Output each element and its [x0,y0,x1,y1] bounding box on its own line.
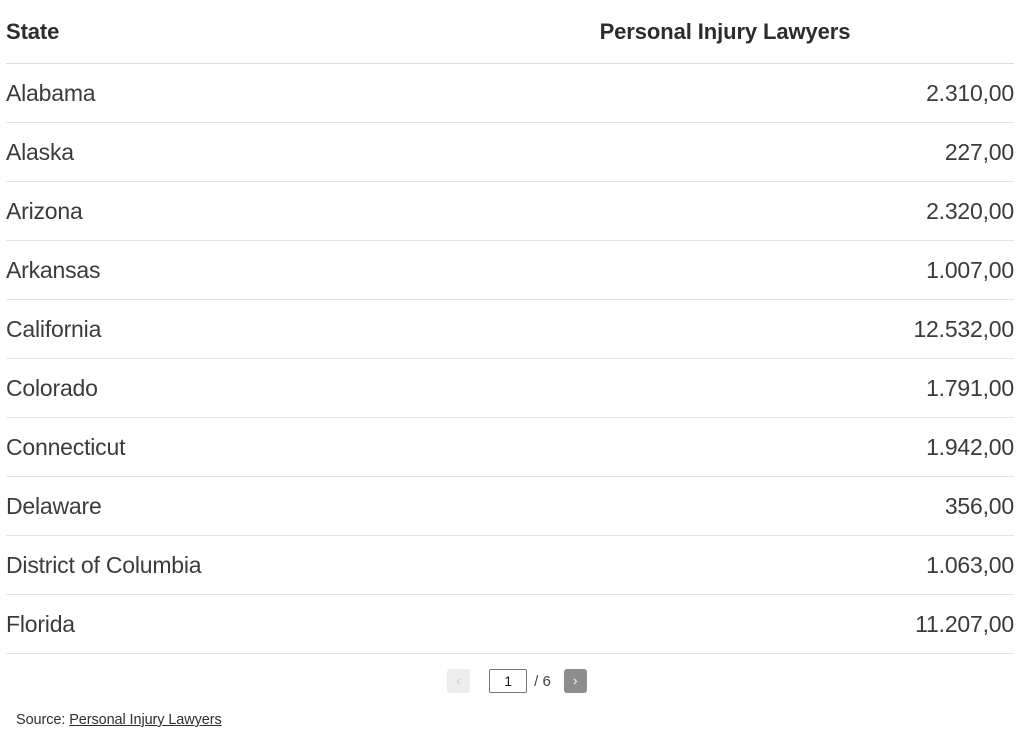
cell-state: Alabama [6,63,436,123]
page-number-input[interactable] [489,669,528,693]
column-header-personal-injury-lawyers[interactable]: Personal Injury Lawyers [436,0,1014,64]
cell-state: District of Columbia [6,535,436,595]
table-body: Alabama 2.310,00 Alaska 227,00 Arizona 2.320,… [6,63,1014,654]
cell-value: 11.207,00 [436,594,1014,654]
source-line: Source: Personal Injury Lawyers [16,712,222,728]
cell-value: 2.320,00 [436,181,1014,241]
cell-state: Florida [6,594,436,654]
chevron-left-icon[interactable]: ‹ [447,669,471,693]
cell-value: 2.310,00 [436,63,1014,123]
cell-state: Connecticut [6,417,436,477]
table-row: Delaware 356,00 [6,476,1014,536]
cell-value: 1.063,00 [436,535,1014,595]
cell-value: 1.007,00 [436,240,1014,300]
cell-state: California [6,299,436,359]
table-row: Colorado 1.791,00 [6,358,1014,418]
total-pages-label: / 6 [534,672,551,690]
pagination: ‹ / 6 › [6,654,1014,708]
table-row: Alabama 2.310,00 [6,63,1014,123]
source-link[interactable]: Personal Injury Lawyers [69,712,222,728]
cell-value: 1.791,00 [436,358,1014,418]
source-label: Source: [16,712,70,728]
table-row: Alaska 227,00 [6,122,1014,182]
table-row: Arkansas 1.007,00 [6,240,1014,300]
chevron-right-icon[interactable]: › [563,669,587,693]
cell-state: Colorado [6,358,436,418]
cell-state: Arkansas [6,240,436,300]
table-row: Arizona 2.320,00 [6,181,1014,241]
cell-state: Delaware [6,476,436,536]
cell-value: 1.942,00 [436,417,1014,477]
cell-state: Arizona [6,181,436,241]
table-page: State Personal Injury Lawyers Alabama 2.3… [0,0,1020,740]
column-header-state[interactable]: State [6,0,436,64]
cell-value: 356,00 [436,476,1014,536]
table-header-row: State Personal Injury Lawyers [6,0,1014,64]
table-row: Florida 11.207,00 [6,594,1014,654]
table-row: District of Columbia 1.063,00 [6,535,1014,595]
table-row: Connecticut 1.942,00 [6,417,1014,477]
table-row: California 12.532,00 [6,299,1014,359]
cell-value: 12.532,00 [436,299,1014,359]
cell-state: Alaska [6,122,436,182]
cell-value: 227,00 [436,122,1014,182]
table-header: State Personal Injury Lawyers [6,0,1014,64]
data-table: State Personal Injury Lawyers Alabama 2.3… [6,0,1014,654]
